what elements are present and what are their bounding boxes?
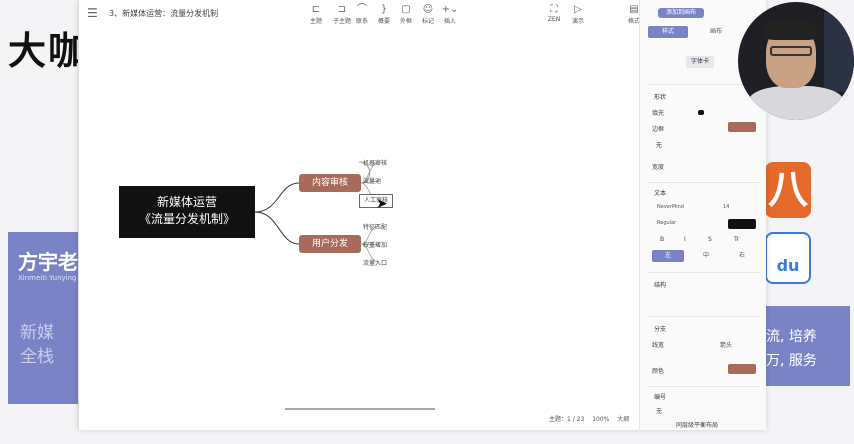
- strike-button[interactable]: S: [708, 236, 712, 243]
- width-label: 宽度: [652, 164, 665, 171]
- line-end-label: 箭头: [720, 342, 733, 349]
- insert-icon: +⌄: [441, 4, 459, 15]
- text-case-button[interactable]: Tr: [734, 236, 739, 243]
- slide-right-text: 万, 服务: [766, 353, 817, 369]
- app-icon: 八: [765, 162, 811, 218]
- toolbar-topic-button[interactable]: ⊏ 主题: [303, 4, 329, 25]
- zen-icon: ⛶: [550, 4, 558, 15]
- fill-swatch[interactable]: [698, 110, 704, 115]
- background-shelf: [824, 12, 854, 92]
- slide-tag: 新媒: [20, 323, 54, 343]
- mouse-cursor-icon: ➤: [376, 196, 388, 212]
- subtopic[interactable]: 特征匹配: [363, 222, 387, 234]
- topic-count: 主题：1 / 23: [549, 416, 585, 423]
- root-topic-line: 新媒体运营: [156, 195, 217, 209]
- border-label: 边框: [652, 126, 665, 133]
- toolbar-present-button[interactable]: ▷ 演示: [565, 4, 591, 25]
- tool-label: 演示: [571, 18, 584, 25]
- status-bar: 主题：1 / 23 100% 大纲: [549, 414, 635, 423]
- titlebar: ☰ 3、新媒体运营：流量分发机制 ⊏ 主题 ⊐ 子主题 ⌒ 联系 } 概要 ▢ 外框 ☺ 标…: [79, 0, 640, 26]
- bold-button[interactable]: B: [660, 236, 664, 243]
- tab-style[interactable]: 样式: [648, 26, 688, 38]
- border-color-swatch[interactable]: [728, 122, 756, 132]
- divider: [648, 316, 760, 317]
- fill-label: 填充: [652, 110, 665, 117]
- tool-label: 标记: [421, 18, 434, 25]
- branch-topic-content-review[interactable]: 内容审核: [299, 174, 361, 192]
- tool-label: 插入: [443, 18, 456, 25]
- section-branch: 分支: [654, 326, 667, 333]
- line-width-label: 线宽: [652, 342, 665, 349]
- theme-icon: ⊏: [311, 4, 321, 15]
- tool-label: 主题: [309, 18, 322, 25]
- slide-presenter-name: 方宇老: [18, 250, 78, 274]
- zoom-level[interactable]: 100%: [592, 416, 609, 423]
- branch-color-swatch[interactable]: [728, 364, 756, 374]
- align-left-button[interactable]: 左: [652, 250, 684, 262]
- section-structure: 结构: [654, 282, 667, 289]
- slide-right-panel: [760, 306, 850, 386]
- branch-topic-user-distribution[interactable]: 用户分发: [299, 235, 361, 253]
- horizontal-scrollbar[interactable]: [285, 408, 435, 410]
- outline-toggle[interactable]: 大纲: [617, 416, 629, 423]
- section-numbering: 编号: [654, 394, 667, 401]
- section-text: 文本: [654, 190, 667, 197]
- subtopic[interactable]: 权重增加: [363, 240, 387, 252]
- align-right-button[interactable]: 右: [726, 250, 758, 262]
- divider: [648, 272, 760, 273]
- document-title: 3、新媒体运营：流量分发机制: [109, 9, 219, 18]
- border-none-value[interactable]: 无: [656, 140, 662, 149]
- divider: [648, 182, 760, 183]
- subtopic[interactable]: 机器审核: [363, 158, 387, 170]
- subtopic[interactable]: 流量入口: [363, 258, 387, 270]
- webcam-overlay: [738, 2, 854, 120]
- tool-label: 概要: [377, 18, 390, 25]
- toolbar-zen-button[interactable]: ⛶ ZEN: [541, 4, 567, 23]
- auto-balance-option[interactable]: 同层级平衡布局: [676, 420, 718, 429]
- numbering-value[interactable]: 无: [656, 406, 662, 415]
- presenter-body: [748, 86, 844, 120]
- presenter-hair: [764, 18, 818, 40]
- hamburger-menu-icon[interactable]: ☰: [87, 6, 98, 20]
- branch-color-label: 颜色: [652, 368, 665, 375]
- slide-title: 大咖: [8, 29, 89, 73]
- toolbar-insert-button[interactable]: +⌄ 插入: [437, 4, 463, 25]
- present-icon: ▷: [574, 4, 582, 15]
- mindmap-canvas[interactable]: 新媒体运营 《流量分发机制》 内容审核 用户分发 机器审核 流量池 人工审核 特…: [79, 26, 639, 406]
- font-family-select[interactable]: NeverMind: [654, 202, 712, 212]
- style-card-button[interactable]: 字体卡: [686, 56, 714, 68]
- baidu-icon: du: [765, 232, 811, 284]
- mindmap-window: ☰ 3、新媒体运营：流量分发机制 ⊏ 主题 ⊐ 子主题 ⌒ 联系 } 概要 ▢ 外框 ☺ 标…: [78, 0, 766, 430]
- section-shape: 形状: [654, 94, 667, 101]
- slide-presenter-subtitle: Xinmeiti Yunying: [18, 274, 77, 282]
- root-topic-line: 《流量分发机制》: [138, 212, 235, 226]
- tool-label: ZEN: [547, 16, 561, 23]
- font-weight-select[interactable]: Regular: [654, 218, 712, 228]
- italic-button[interactable]: I: [684, 236, 686, 243]
- slide-right-text: 流, 培养: [766, 329, 817, 345]
- align-center-button[interactable]: 中: [690, 250, 722, 262]
- text-color-swatch[interactable]: [728, 219, 756, 229]
- tool-label: 外框: [399, 18, 412, 25]
- divider: [648, 386, 760, 387]
- tab-canvas[interactable]: 画布: [696, 26, 736, 38]
- panel-top-button[interactable]: 添加到画布: [658, 8, 704, 18]
- tool-label: 联系: [355, 18, 368, 25]
- slide-tag: 全栈: [20, 347, 54, 367]
- font-size-select[interactable]: 14: [720, 202, 744, 212]
- presenter-glasses: [770, 46, 812, 56]
- subtopic[interactable]: 流量池: [363, 176, 381, 188]
- root-topic[interactable]: 新媒体运营 《流量分发机制》: [119, 186, 255, 238]
